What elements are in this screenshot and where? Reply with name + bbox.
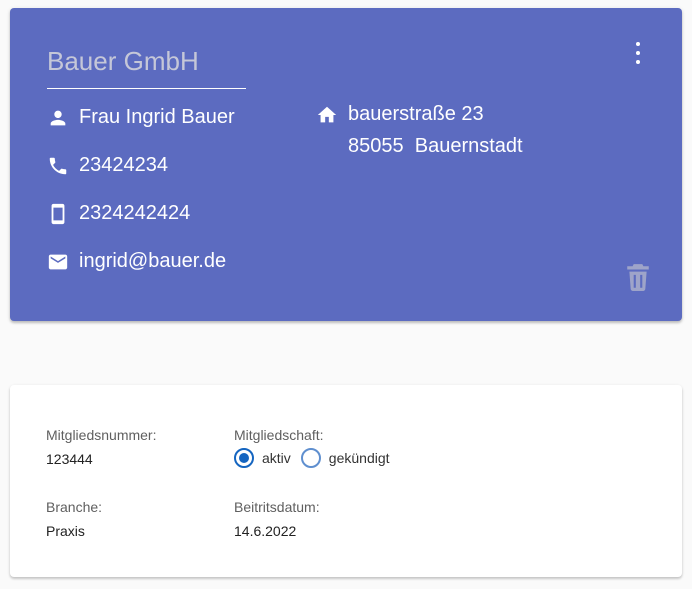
- membership-radio-group: aktiv gekündigt: [234, 448, 400, 468]
- more-options-icon[interactable]: [630, 42, 646, 64]
- person-icon: [47, 107, 69, 129]
- email-address[interactable]: ingrid@bauer.de: [79, 250, 226, 273]
- home-icon: [316, 104, 338, 126]
- membership-option-cancelled-label: gekündigt: [328, 450, 390, 466]
- address-city: Bauernstadt: [414, 135, 523, 157]
- membership-details-card: Mitgliedsnummer: 123444 Mitgliedschaft: …: [10, 385, 682, 577]
- member-number-value: 123444: [46, 451, 93, 467]
- phone-icon: [47, 155, 69, 177]
- address-street: bauerstraße 23: [348, 103, 484, 125]
- membership-option-active-label: aktiv: [262, 450, 291, 466]
- mobile-number[interactable]: 2324242424: [79, 202, 190, 225]
- branch-value: Praxis: [46, 523, 85, 539]
- join-date-label: Beitritsdatum:: [234, 499, 320, 515]
- radio-checked-icon[interactable]: [234, 448, 254, 468]
- member-number-label: Mitgliedsnummer:: [46, 427, 157, 443]
- email-row: ingrid@bauer.de: [47, 250, 226, 273]
- contact-person-row: Frau Ingrid Bauer: [47, 106, 235, 129]
- company-name: Bauer GmbH: [47, 44, 246, 89]
- membership-option-cancelled[interactable]: gekündigt: [300, 448, 390, 468]
- address-zip: 85055: [348, 135, 404, 157]
- address-city-line: 85055 Bauernstadt: [348, 135, 523, 158]
- contact-person-name: Frau Ingrid Bauer: [79, 106, 235, 128]
- mobile-row: 2324242424: [47, 202, 190, 225]
- mail-icon: [47, 251, 69, 273]
- smartphone-icon: [47, 203, 69, 225]
- join-date-value: 14.6.2022: [234, 523, 297, 539]
- delete-icon[interactable]: [625, 263, 651, 291]
- branch-label: Branche:: [46, 499, 103, 515]
- phone-number[interactable]: 23424234: [79, 154, 168, 177]
- contact-header-card: Bauer GmbH Frau Ingrid Bauer 23424234 23…: [10, 8, 682, 321]
- membership-label: Mitgliedschaft:: [234, 427, 324, 443]
- radio-unchecked-icon[interactable]: [300, 448, 321, 468]
- membership-option-active[interactable]: aktiv: [234, 448, 291, 468]
- phone-row: 23424234: [47, 154, 168, 177]
